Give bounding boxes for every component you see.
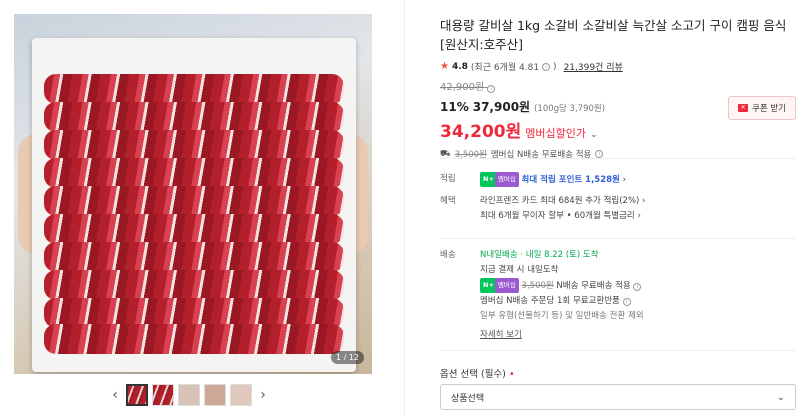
- exclusion-text: 일부 유형(선물하기 등) 및 일반배송 전환 제외: [480, 311, 644, 321]
- chevron-down-icon: ⌄: [776, 391, 785, 403]
- required-mark: •: [508, 369, 515, 380]
- option-select[interactable]: 상품선택 ⌄: [440, 384, 796, 410]
- delivery-date: · 내일 8.22 (토) 도착: [520, 250, 599, 260]
- option-select-value: 상품선택: [451, 393, 485, 404]
- info-icon[interactable]: i: [487, 85, 496, 93]
- info-icon[interactable]: i: [622, 298, 631, 306]
- product-main-image[interactable]: 1 / 12: [14, 14, 372, 374]
- divider: [440, 238, 796, 239]
- unit-price: (100g당 3,790원): [534, 104, 606, 114]
- product-info: 대용량 갈비살 1kg 소갈비 소갈비살 늑간살 소고기 구이 캠핑 음식 [원…: [440, 16, 796, 160]
- free-return-text: 멤버십 N배송 주문당 1회 무료교환반품: [480, 296, 620, 306]
- member-price-line[interactable]: 34,200원 멤버십할인가 ⌄: [440, 117, 796, 142]
- thumbnail-3[interactable]: [178, 384, 200, 406]
- divider: [440, 350, 796, 351]
- max-points-link[interactable]: 최대 적립 포인트 1,528원: [522, 175, 620, 185]
- meat-strip: [44, 270, 344, 300]
- meat-strip: [44, 186, 344, 216]
- info-icon[interactable]: i: [542, 62, 551, 71]
- rating-line: ★ 4.8 (최근 6개월 4.81 i) 21,399건 리뷰: [440, 60, 623, 73]
- thumbnail-5[interactable]: [230, 384, 252, 406]
- next-thumb-icon[interactable]: ›: [256, 387, 270, 403]
- coupon-button[interactable]: ✕ 쿠폰 받기: [728, 96, 796, 120]
- rating-recent: (최근 6개월 4.81: [470, 63, 540, 73]
- thumbnail-1[interactable]: [126, 384, 148, 406]
- meat-strip: [44, 214, 344, 244]
- rating-score: 4.8: [451, 61, 468, 72]
- more-details-link[interactable]: 자세히 보기: [480, 328, 522, 343]
- installment-link[interactable]: 최대 6개월 무이자 할부 • 60개월 특별금리 ›: [480, 211, 641, 221]
- delivery-note: 지금 결제 시 내일도착: [480, 265, 559, 275]
- discount-rate: 11%: [440, 100, 469, 114]
- sale-price: 37,900원: [472, 100, 531, 114]
- meat-strip: [44, 158, 344, 188]
- member-price: 34,200원: [440, 122, 522, 142]
- member-price-label: 멤버십할인가: [525, 127, 586, 140]
- prev-thumb-icon[interactable]: ‹: [108, 387, 122, 403]
- thumbnail-2[interactable]: [152, 384, 174, 406]
- meat-strip: [44, 324, 344, 354]
- meat-strip: [44, 74, 344, 104]
- column-divider: [404, 0, 405, 416]
- free-shipping-text: N배송 무료배송 적용: [556, 281, 631, 291]
- original-price: 42,900원 i: [440, 78, 796, 93]
- coupon-icon: ✕: [738, 104, 748, 112]
- thumbnail-strip: ‹ ›: [108, 382, 270, 408]
- star-icon: ★: [440, 61, 449, 72]
- thumbnail-4[interactable]: [204, 384, 226, 406]
- option-label: 옵션 선택 (필수) •: [440, 369, 515, 380]
- membership-badge: 멤버십: [494, 172, 519, 187]
- meat-strip: [44, 102, 344, 132]
- chevron-down-icon[interactable]: ⌄: [590, 130, 598, 140]
- tomorrow-delivery-label: N내일배송: [480, 250, 518, 260]
- card-benefit-link[interactable]: 라인프렌즈 카드 최대 684원 추가 적립(2%) ›: [480, 196, 645, 206]
- info-icon[interactable]: i: [595, 150, 604, 158]
- divider: [440, 158, 796, 159]
- image-counter: 1 / 12: [330, 351, 364, 364]
- review-count-link[interactable]: 21,399건 리뷰: [564, 60, 623, 73]
- membership-badge: 멤버십: [494, 278, 519, 293]
- meat-strip: [44, 242, 344, 272]
- product-title: 대용량 갈비살 1kg 소갈비 소갈비살 늑간살 소고기 구이 캠핑 음식 [원…: [440, 18, 787, 52]
- meat-strip: [44, 130, 344, 160]
- info-icon[interactable]: i: [633, 283, 642, 291]
- delivery-fee-original: 3,500원: [521, 281, 554, 291]
- product-page: 1 / 12 ‹ › 대용량 갈비살 1kg 소갈비 소갈비살 늑간살 소고기 …: [0, 0, 800, 416]
